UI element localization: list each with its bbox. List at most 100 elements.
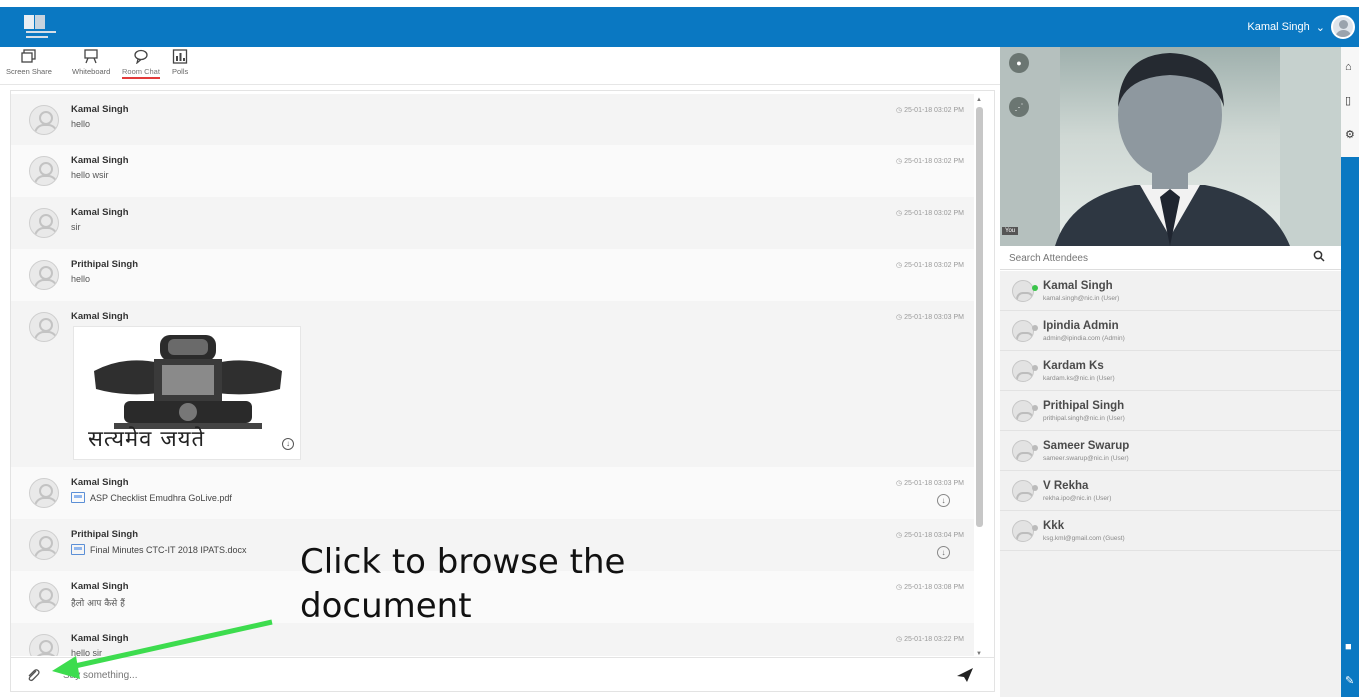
chat-scrollbar[interactable]: ▲ ▼ [974, 97, 984, 657]
message-time: 25-01-18 03:03 PM [896, 479, 964, 487]
message-input[interactable] [63, 665, 903, 685]
scroll-up-icon[interactable]: ▲ [976, 97, 982, 103]
message-time: 25-01-18 03:02 PM [896, 209, 964, 217]
chat-message: Kamal Singh sir 25-01-18 03:02 PM [11, 197, 974, 249]
home-icon[interactable]: ⌂ [1345, 61, 1357, 73]
message-text: hello [71, 119, 91, 129]
search-icon[interactable] [1313, 250, 1325, 262]
avatar [1012, 480, 1034, 502]
sender-name: Kamal Singh [71, 104, 129, 115]
attendee-email: ksg.kml@gmail.com (Guest) [1043, 535, 1125, 542]
user-name: Kamal Singh [1247, 21, 1310, 33]
participant-placeholder-figure [1000, 47, 1341, 246]
user-menu[interactable]: Kamal Singh ⌄ [1247, 15, 1355, 39]
file-icon [71, 492, 85, 503]
poll-chart-icon [172, 49, 188, 64]
file-name: ASP Checklist Emudhra GoLive.pdf [90, 492, 232, 503]
attendee-name: Prithipal Singh [1043, 400, 1125, 412]
chevron-down-icon: ⌄ [1315, 21, 1325, 34]
attendee-item[interactable]: Kkk ksg.kml@gmail.com (Guest) [1000, 511, 1341, 551]
avatar [29, 312, 59, 342]
tab-label: Whiteboard [72, 67, 111, 76]
file-attachment[interactable]: Final Minutes CTC-IT 2018 IPATS.docx [71, 544, 247, 555]
avatar [1012, 520, 1034, 542]
meeting-toolbar: Screen Share Whiteboard Room Chat Polls [0, 47, 1000, 85]
message-text: hello [71, 274, 91, 284]
message-text: hello wsir [71, 170, 109, 180]
chat-message: Prithipal Singh hello 25-01-18 03:02 PM [11, 249, 974, 301]
sender-name: Kamal Singh [71, 633, 129, 644]
sender-name: Kamal Singh [71, 207, 129, 218]
chat-message: Kamal Singh 25-01-18 03:03 PM सत्यमेव जय… [11, 301, 974, 467]
avatar [29, 582, 59, 612]
status-icon [1032, 365, 1038, 371]
tab-polls[interactable]: Polls [172, 49, 188, 76]
avatar [1012, 440, 1034, 462]
attendee-name: Kamal Singh [1043, 280, 1113, 292]
top-header-bar: Kamal Singh ⌄ [0, 7, 1359, 47]
video-feed: ● ⋰ You [1000, 47, 1341, 246]
send-icon[interactable] [956, 667, 974, 683]
avatar [1012, 280, 1034, 302]
online-status-icon [1032, 285, 1038, 291]
message-time: 25-01-18 03:02 PM [896, 157, 964, 165]
emblem-caption: सत्यमेव जयते [88, 427, 206, 452]
annotation-line-1: Click to browse the [300, 542, 626, 582]
download-icon[interactable]: ↓ [937, 494, 950, 507]
shared-image-emblem[interactable]: सत्यमेव जयते ↓ [73, 326, 301, 460]
avatar [1012, 360, 1034, 382]
attendee-item[interactable]: Kardam Ks kardam.ks@nic.in (User) [1000, 351, 1341, 391]
self-video-label: You [1002, 227, 1019, 235]
attendee-email: kamal.singh@nic.in (User) [1043, 295, 1120, 302]
download-icon[interactable]: ↓ [282, 438, 294, 450]
status-icon [1032, 405, 1038, 411]
right-side-rail: ⌂ ▯ ⚙ ■ ✎ [1341, 47, 1359, 697]
message-text: sir [71, 222, 81, 232]
file-attachment[interactable]: ASP Checklist Emudhra GoLive.pdf [71, 492, 232, 503]
panel-icon[interactable]: ▯ [1345, 95, 1357, 107]
tab-label: Polls [172, 67, 189, 76]
attendee-item[interactable]: Sameer Swarup sameer.swarup@nic.in (User… [1000, 431, 1341, 471]
message-time: 25-01-18 03:04 PM [896, 531, 964, 539]
tab-label: Room Chat [122, 67, 160, 79]
attendee-item[interactable]: Ipindia Admin admin@ipindia.com (Admin) [1000, 311, 1341, 351]
status-icon [1032, 485, 1038, 491]
attendee-name: Kkk [1043, 520, 1065, 532]
paperclip-icon[interactable] [25, 667, 41, 683]
app-logo [24, 15, 56, 38]
tab-whiteboard[interactable]: Whiteboard [72, 49, 110, 76]
sender-name: Kamal Singh [71, 155, 129, 166]
avatar [29, 156, 59, 186]
attendee-email: admin@ipindia.com (Admin) [1043, 335, 1125, 342]
whiteboard-icon [84, 49, 98, 64]
download-icon[interactable]: ↓ [937, 546, 950, 559]
attendee-item[interactable]: Prithipal Singh prithipal.singh@nic.in (… [1000, 391, 1341, 431]
search-attendees-input[interactable] [1009, 250, 1299, 266]
avatar [29, 634, 59, 656]
avatar [29, 478, 59, 508]
scrollbar-thumb[interactable] [976, 107, 983, 527]
status-icon [1032, 325, 1038, 331]
share-icon[interactable]: ⋰ [1009, 97, 1029, 117]
edit-icon[interactable]: ✎ [1345, 675, 1357, 687]
tab-room-chat[interactable]: Room Chat [122, 49, 160, 79]
chat-message: Kamal Singh ASP Checklist Emudhra GoLive… [11, 467, 974, 519]
attendee-name: Sameer Swarup [1043, 440, 1130, 452]
tab-label: Screen Share [6, 67, 52, 76]
avatar [1331, 15, 1355, 39]
screen-share-icon [21, 49, 36, 63]
message-composer [11, 657, 994, 691]
tab-screen-share[interactable]: Screen Share [6, 49, 52, 76]
lock-icon[interactable]: ■ [1345, 641, 1357, 653]
tutorial-annotation: Click to browse the document [300, 540, 625, 628]
attendee-name: V Rekha [1043, 480, 1089, 492]
attendee-item[interactable]: Kamal Singh kamal.singh@nic.in (User) [1000, 271, 1341, 311]
chat-message: Kamal Singh hello wsir 25-01-18 03:02 PM [11, 145, 974, 197]
settings-toggle-icon[interactable]: ● [1009, 53, 1029, 73]
sender-name: Kamal Singh [71, 477, 129, 488]
message-text: hello sir [71, 648, 103, 656]
message-time: 25-01-18 03:02 PM [896, 106, 964, 114]
attendee-search [1000, 246, 1341, 270]
gear-icon[interactable]: ⚙ [1345, 129, 1357, 141]
attendee-item[interactable]: V Rekha rekha.ipo@nic.in (User) [1000, 471, 1341, 511]
